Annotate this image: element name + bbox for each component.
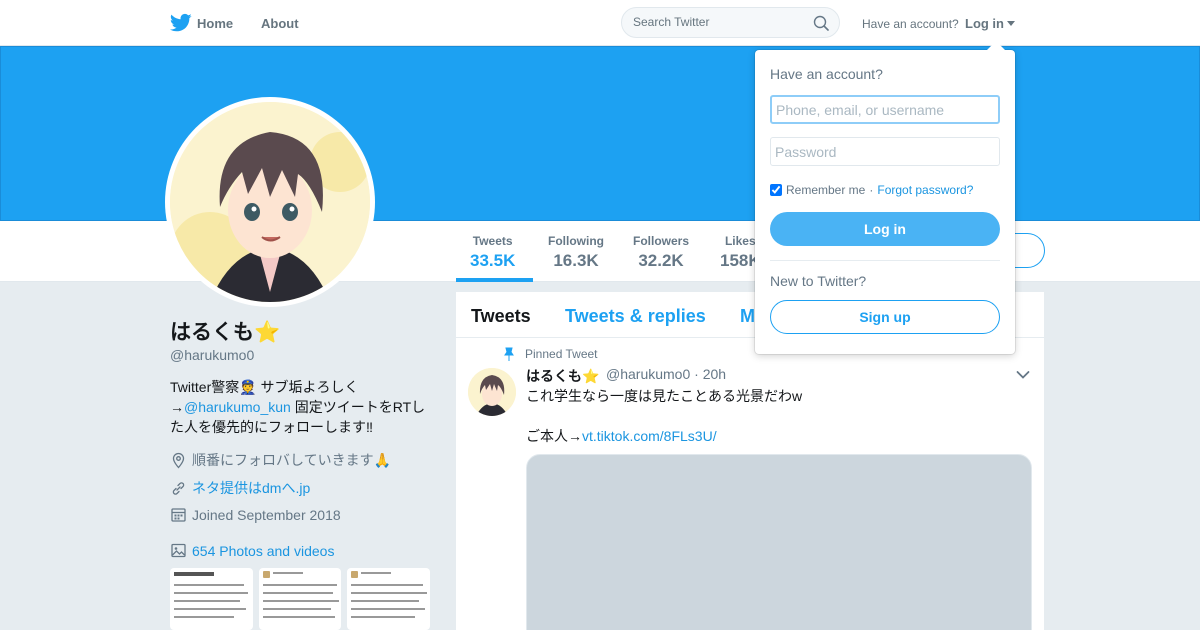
stat-followers[interactable]: Followers 32.2K bbox=[633, 234, 689, 271]
new-to-twitter-text: New to Twitter? bbox=[770, 273, 867, 289]
tweet-author-name[interactable]: はるくも⭐ bbox=[526, 366, 599, 386]
pinned-label: Pinned Tweet bbox=[525, 347, 598, 361]
profile-name: はるくも⭐ bbox=[170, 316, 280, 346]
tweet-text-line: これ学生なら一度は見たことある光景だわw bbox=[526, 388, 803, 404]
dropdown-arrow bbox=[987, 41, 1005, 50]
profile-avatar[interactable] bbox=[165, 97, 375, 307]
pin-icon bbox=[504, 347, 514, 361]
separator-dot: · bbox=[869, 183, 874, 197]
search-box[interactable] bbox=[621, 7, 840, 38]
photo-icon bbox=[171, 543, 186, 558]
search-icon[interactable] bbox=[813, 15, 829, 31]
nav-home-link[interactable]: Home bbox=[197, 16, 233, 31]
media-thumbnail[interactable] bbox=[170, 568, 253, 630]
avatar-illustration bbox=[170, 102, 370, 302]
profile-handle[interactable]: @harukumo0 bbox=[170, 347, 254, 363]
photos-videos-label[interactable]: 654 Photos and videos bbox=[192, 543, 334, 559]
nav-about-link[interactable]: About bbox=[261, 16, 299, 31]
link-icon bbox=[172, 481, 185, 495]
dropdown-title: Have an account? bbox=[770, 66, 883, 82]
username-field[interactable] bbox=[770, 95, 1000, 124]
twitter-bird-icon[interactable] bbox=[170, 13, 192, 33]
location-text: 順番にフォロバしていきます🙏 bbox=[192, 452, 392, 468]
media-thumbnail[interactable] bbox=[347, 568, 431, 630]
login-menu-link[interactable]: Log in bbox=[965, 16, 1004, 31]
top-nav: Home About Have an account? Log in bbox=[0, 0, 1200, 46]
password-field[interactable] bbox=[770, 137, 1000, 166]
remember-me-checkbox[interactable] bbox=[770, 184, 782, 196]
tab-tweets-replies[interactable]: Tweets & replies bbox=[565, 306, 706, 327]
bio-text: Twitter警察👮 サブ垢よろしく bbox=[170, 379, 359, 395]
tweet-avatar[interactable] bbox=[468, 368, 516, 416]
profile-name-text: はるくも bbox=[170, 321, 254, 344]
tweet-link[interactable]: vt.tiktok.com/8FLs3U/ bbox=[582, 428, 717, 444]
website-link[interactable]: ネタ提供はdmへ.jp bbox=[192, 478, 310, 498]
stat-value: 33.5K bbox=[470, 251, 516, 270]
stat-value: 32.2K bbox=[638, 251, 684, 270]
signup-button[interactable]: Sign up bbox=[770, 300, 1000, 334]
tweet-author-handle-time[interactable]: @harukumo0 · 20h bbox=[606, 366, 726, 382]
profile-location: 順番にフォロバしていきます🙏 bbox=[170, 450, 391, 470]
remember-me-row: Remember me · Forgot password? bbox=[770, 183, 973, 197]
bio-mention-link[interactable]: @harukumo_kun bbox=[184, 399, 291, 415]
media-thumbnails bbox=[170, 568, 431, 630]
media-thumbnail[interactable] bbox=[258, 568, 342, 630]
stat-label: Following bbox=[548, 234, 604, 248]
profile-bio: Twitter警察👮 サブ垢よろしく →@harukumo_kun 固定ツイート… bbox=[170, 377, 432, 437]
profile-joined: Joined September 2018 bbox=[170, 506, 341, 523]
stat-tweets[interactable]: Tweets 33.5K bbox=[470, 234, 515, 271]
tab-tweets[interactable]: Tweets bbox=[471, 306, 531, 327]
tweet-text-prefix: ご本人→ bbox=[526, 428, 582, 444]
calendar-icon bbox=[171, 508, 186, 522]
joined-text: Joined September 2018 bbox=[192, 506, 341, 523]
caret-down-icon[interactable] bbox=[1007, 21, 1015, 26]
location-icon bbox=[172, 452, 185, 468]
profile-website: ネタ提供はdmへ.jp bbox=[170, 478, 310, 498]
stat-label: Tweets bbox=[472, 234, 513, 248]
bio-arrow: → bbox=[170, 399, 184, 415]
stat-label: Followers bbox=[633, 234, 690, 248]
search-input[interactable] bbox=[633, 15, 803, 29]
have-account-text: Have an account? bbox=[862, 17, 959, 31]
active-stat-indicator bbox=[456, 278, 533, 282]
login-button[interactable]: Log in bbox=[770, 212, 1000, 246]
dropdown-divider bbox=[770, 260, 1000, 261]
remember-me-label[interactable]: Remember me bbox=[786, 183, 865, 197]
star-emoji: ⭐ bbox=[254, 321, 281, 344]
photos-videos-link[interactable]: 654 Photos and videos bbox=[170, 542, 334, 559]
stat-following[interactable]: Following 16.3K bbox=[548, 234, 604, 271]
login-dropdown: Have an account? Remember me · Forgot pa… bbox=[755, 41, 1015, 354]
chevron-down-icon[interactable] bbox=[1016, 370, 1030, 380]
tweet-media[interactable] bbox=[526, 454, 1032, 630]
forgot-password-link[interactable]: Forgot password? bbox=[877, 183, 973, 197]
stat-value: 16.3K bbox=[553, 251, 599, 270]
tweet-text: これ学生なら一度は見たことある光景だわw ご本人→vt.tiktok.com/8… bbox=[526, 386, 1026, 446]
